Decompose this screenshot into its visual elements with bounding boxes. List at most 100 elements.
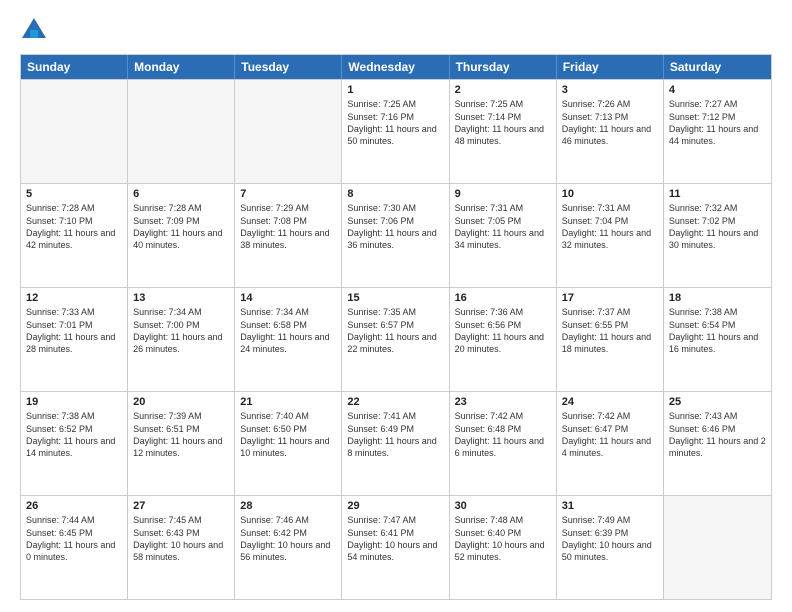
sunset-text: Sunset: 7:10 PM: [26, 216, 122, 228]
sunrise-text: Sunrise: 7:34 AM: [240, 307, 336, 319]
daylight-text: Daylight: 11 hours and 22 minutes.: [347, 332, 443, 355]
sunrise-text: Sunrise: 7:41 AM: [347, 411, 443, 423]
day-number: 27: [133, 500, 229, 512]
calendar-cell-empty-1: [128, 80, 235, 183]
sunrise-text: Sunrise: 7:29 AM: [240, 203, 336, 215]
sunset-text: Sunset: 6:58 PM: [240, 320, 336, 332]
day-number: 8: [347, 188, 443, 200]
sunrise-text: Sunrise: 7:32 AM: [669, 203, 766, 215]
calendar-cell-28: 28Sunrise: 7:46 AMSunset: 6:42 PMDayligh…: [235, 496, 342, 599]
header: [20, 16, 772, 44]
sunset-text: Sunset: 7:02 PM: [669, 216, 766, 228]
sunset-text: Sunset: 6:55 PM: [562, 320, 658, 332]
calendar-cell-30: 30Sunrise: 7:48 AMSunset: 6:40 PMDayligh…: [450, 496, 557, 599]
sunset-text: Sunset: 6:56 PM: [455, 320, 551, 332]
day-number: 1: [347, 84, 443, 96]
day-number: 12: [26, 292, 122, 304]
day-number: 25: [669, 396, 766, 408]
sunrise-text: Sunrise: 7:42 AM: [455, 411, 551, 423]
sunset-text: Sunset: 7:16 PM: [347, 112, 443, 124]
calendar-cell-31: 31Sunrise: 7:49 AMSunset: 6:39 PMDayligh…: [557, 496, 664, 599]
sunrise-text: Sunrise: 7:38 AM: [26, 411, 122, 423]
calendar-weekday-thursday: Thursday: [450, 55, 557, 79]
sunset-text: Sunset: 6:43 PM: [133, 528, 229, 540]
sunrise-text: Sunrise: 7:35 AM: [347, 307, 443, 319]
daylight-text: Daylight: 11 hours and 44 minutes.: [669, 124, 766, 147]
daylight-text: Daylight: 11 hours and 8 minutes.: [347, 436, 443, 459]
daylight-text: Daylight: 10 hours and 56 minutes.: [240, 540, 336, 563]
calendar-cell-9: 9Sunrise: 7:31 AMSunset: 7:05 PMDaylight…: [450, 184, 557, 287]
calendar-cell-13: 13Sunrise: 7:34 AMSunset: 7:00 PMDayligh…: [128, 288, 235, 391]
sunset-text: Sunset: 6:46 PM: [669, 424, 766, 436]
daylight-text: Daylight: 11 hours and 4 minutes.: [562, 436, 658, 459]
sunset-text: Sunset: 7:09 PM: [133, 216, 229, 228]
calendar-weekday-friday: Friday: [557, 55, 664, 79]
sunrise-text: Sunrise: 7:38 AM: [669, 307, 766, 319]
day-number: 22: [347, 396, 443, 408]
sunrise-text: Sunrise: 7:42 AM: [562, 411, 658, 423]
sunset-text: Sunset: 7:06 PM: [347, 216, 443, 228]
day-number: 6: [133, 188, 229, 200]
daylight-text: Daylight: 10 hours and 50 minutes.: [562, 540, 658, 563]
sunset-text: Sunset: 7:08 PM: [240, 216, 336, 228]
sunset-text: Sunset: 6:42 PM: [240, 528, 336, 540]
daylight-text: Daylight: 10 hours and 58 minutes.: [133, 540, 229, 563]
page: SundayMondayTuesdayWednesdayThursdayFrid…: [0, 0, 792, 612]
sunrise-text: Sunrise: 7:25 AM: [455, 99, 551, 111]
calendar-cell-10: 10Sunrise: 7:31 AMSunset: 7:04 PMDayligh…: [557, 184, 664, 287]
calendar-cell-23: 23Sunrise: 7:42 AMSunset: 6:48 PMDayligh…: [450, 392, 557, 495]
sunrise-text: Sunrise: 7:31 AM: [455, 203, 551, 215]
calendar-cell-1: 1Sunrise: 7:25 AMSunset: 7:16 PMDaylight…: [342, 80, 449, 183]
calendar-cell-empty-6: [664, 496, 771, 599]
calendar-cell-11: 11 Sunrise: 7:32 AMSunset: 7:02 PMDayligh…: [664, 184, 771, 287]
sunrise-text: Sunrise: 7:43 AM: [669, 411, 766, 423]
daylight-text: Daylight: 11 hours and 32 minutes.: [562, 228, 658, 251]
day-number: 13: [133, 292, 229, 304]
daylight-text: Daylight: 11 hours and 40 minutes.: [133, 228, 229, 251]
sunset-text: Sunset: 7:01 PM: [26, 320, 122, 332]
logo: [20, 16, 52, 44]
daylight-text: Daylight: 11 hours and 30 minutes.: [669, 228, 766, 251]
calendar-cell-4: 4Sunrise: 7:27 AMSunset: 7:12 PMDaylight…: [664, 80, 771, 183]
calendar-cell-21: 21Sunrise: 7:40 AMSunset: 6:50 PMDayligh…: [235, 392, 342, 495]
daylight-text: Daylight: 11 hours and 18 minutes.: [562, 332, 658, 355]
calendar: SundayMondayTuesdayWednesdayThursdayFrid…: [20, 54, 772, 600]
sunset-text: Sunset: 6:41 PM: [347, 528, 443, 540]
calendar-weekday-saturday: Saturday: [664, 55, 771, 79]
daylight-text: Daylight: 11 hours and 24 minutes.: [240, 332, 336, 355]
calendar-cell-14: 14Sunrise: 7:34 AMSunset: 6:58 PMDayligh…: [235, 288, 342, 391]
sunrise-text: Sunrise: 7:36 AM: [455, 307, 551, 319]
sunrise-text: Sunrise: 7:39 AM: [133, 411, 229, 423]
day-number: 17: [562, 292, 658, 304]
daylight-text: Daylight: 11 hours and 16 minutes.: [669, 332, 766, 355]
sunrise-text: Sunrise: 7:46 AM: [240, 515, 336, 527]
day-number: 9: [455, 188, 551, 200]
calendar-row-1: 1Sunrise: 7:25 AMSunset: 7:16 PMDaylight…: [21, 79, 771, 183]
sunset-text: Sunset: 6:51 PM: [133, 424, 229, 436]
calendar-weekday-tuesday: Tuesday: [235, 55, 342, 79]
daylight-text: Daylight: 11 hours and 12 minutes.: [133, 436, 229, 459]
sunrise-text: Sunrise: 7:45 AM: [133, 515, 229, 527]
daylight-text: Daylight: 11 hours and 50 minutes.: [347, 124, 443, 147]
sunset-text: Sunset: 7:04 PM: [562, 216, 658, 228]
day-number: 10: [562, 188, 658, 200]
calendar-cell-2: 2Sunrise: 7:25 AMSunset: 7:14 PMDaylight…: [450, 80, 557, 183]
day-number: 11: [669, 188, 766, 200]
sunset-text: Sunset: 6:57 PM: [347, 320, 443, 332]
daylight-text: Daylight: 11 hours and 26 minutes.: [133, 332, 229, 355]
calendar-cell-19: 19Sunrise: 7:38 AMSunset: 6:52 PMDayligh…: [21, 392, 128, 495]
day-number: 30: [455, 500, 551, 512]
day-number: 31: [562, 500, 658, 512]
sunrise-text: Sunrise: 7:27 AM: [669, 99, 766, 111]
day-number: 24: [562, 396, 658, 408]
sunrise-text: Sunrise: 7:33 AM: [26, 307, 122, 319]
calendar-cell-24: 24Sunrise: 7:42 AMSunset: 6:47 PMDayligh…: [557, 392, 664, 495]
sunrise-text: Sunrise: 7:44 AM: [26, 515, 122, 527]
calendar-cell-empty-2: [235, 80, 342, 183]
calendar-row-5: 26Sunrise: 7:44 AMSunset: 6:45 PMDayligh…: [21, 495, 771, 599]
calendar-weekday-wednesday: Wednesday: [342, 55, 449, 79]
sunset-text: Sunset: 7:00 PM: [133, 320, 229, 332]
day-number: 23: [455, 396, 551, 408]
sunset-text: Sunset: 7:14 PM: [455, 112, 551, 124]
daylight-text: Daylight: 11 hours and 36 minutes.: [347, 228, 443, 251]
